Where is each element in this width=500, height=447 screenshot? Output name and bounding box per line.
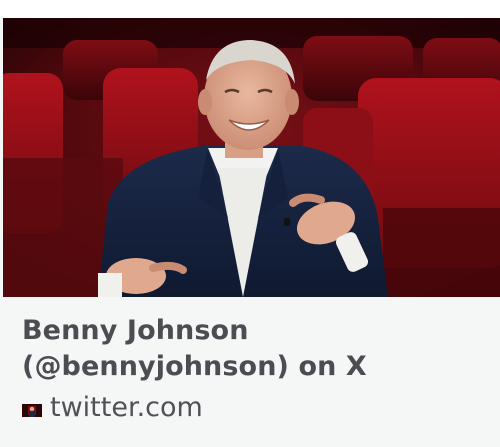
site-favicon-icon [22,402,42,417]
link-preview-card[interactable]: Benny Johnson (@bennyjohnson) on X twitt… [0,0,500,447]
top-spacer [0,0,500,18]
link-preview-image[interactable] [3,18,500,297]
link-source[interactable]: twitter.com [22,391,203,425]
person-in-theater-photo-icon [3,18,500,297]
bottom-spacer [0,437,500,447]
link-title[interactable]: Benny Johnson (@bennyjohnson) on X [22,313,482,385]
link-domain: twitter.com [50,392,203,423]
